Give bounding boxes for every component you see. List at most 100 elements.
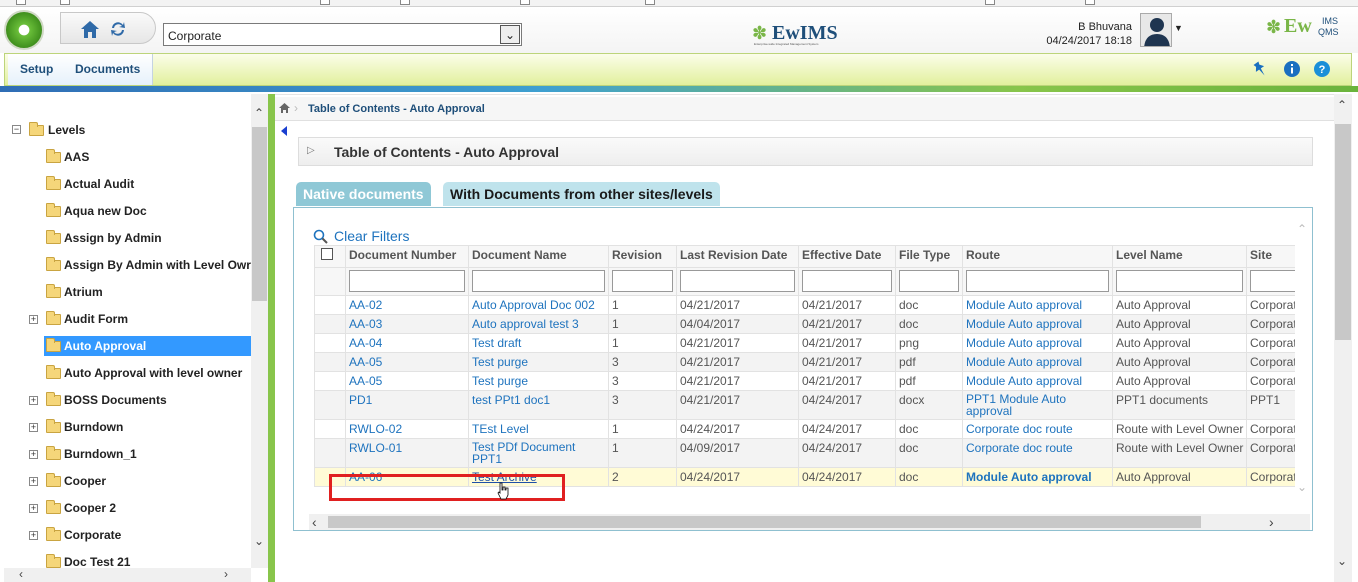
chevron-right-icon[interactable]: › [224,567,228,581]
breadcrumb-item[interactable]: Table of Contents - Auto Approval [308,103,485,115]
row-select-cell[interactable] [314,390,346,420]
table-cell-document-name[interactable]: Test purge [468,352,609,372]
chevron-right-icon[interactable]: › [1269,514,1274,530]
filter-input-level-name[interactable] [1116,270,1243,292]
column-header[interactable]: File Type [895,245,963,268]
table-cell-route[interactable]: Module Auto approval [962,352,1113,372]
table-row[interactable]: AA-02 Auto Approval Doc 002 1 04/21/2017 04/… [314,295,1295,315]
favorite-icon[interactable] [60,0,70,5]
grid-hscroll-thumb[interactable] [328,516,1201,528]
row-select-cell[interactable] [314,438,346,468]
table-cell-document-number[interactable]: PD1 [345,390,469,420]
table-cell-document-number[interactable]: AA-04 [345,333,469,353]
expand-icon[interactable]: + [29,450,38,459]
tree-item[interactable]: BOSS Documents [64,390,167,410]
row-select-cell[interactable] [314,333,346,353]
tree-item[interactable]: Cooper 2 [64,498,116,518]
table-row[interactable]: RWLO-01 Test PDf Document PPT1 1 04/09/2017… [314,438,1295,468]
expand-icon[interactable]: + [29,315,38,324]
chevron-down-icon[interactable]: ⌄ [500,25,520,44]
menu-item-setup[interactable]: Setup [8,54,67,85]
chevron-down-icon[interactable]: ⌄ [1297,480,1307,494]
tab-other-sites-documents[interactable]: With Documents from other sites/levels [443,182,720,206]
expand-icon[interactable]: + [29,477,38,486]
table-cell-route[interactable]: Module Auto approval [962,333,1113,353]
chevron-up-icon[interactable]: ⌃ [1337,98,1347,112]
table-cell-route[interactable]: Module Auto approval [962,314,1113,334]
expand-icon[interactable]: + [29,396,38,405]
home-icon[interactable] [278,102,291,114]
expand-arrow-icon[interactable]: ▷ [307,145,315,156]
table-row[interactable]: AA-04 Test draft 1 04/21/2017 04/21/2017 png M… [314,333,1295,353]
home-icon[interactable] [79,19,101,39]
chevron-down-icon[interactable]: ⌄ [1337,554,1347,568]
table-cell-document-name[interactable]: TEst Level [468,419,609,439]
chevron-left-icon[interactable]: ‹ [19,567,23,581]
table-cell-document-number[interactable]: AA-03 [345,314,469,334]
favorite-icon[interactable] [320,0,330,5]
column-header[interactable]: Site [1246,245,1295,268]
table-cell-route[interactable]: Module Auto approval [962,467,1113,487]
tree-item[interactable]: Actual Audit [64,174,134,194]
column-header[interactable]: Revision [608,245,677,268]
tree-root-levels[interactable]: Levels [48,120,85,140]
filter-input-revision[interactable] [612,270,673,292]
tree-item[interactable]: Corporate [64,525,121,545]
favorite-icon[interactable] [1085,0,1095,5]
table-cell-document-name[interactable]: Auto approval test 3 [468,314,609,334]
pane-splitter[interactable] [268,94,275,582]
select-all-checkbox[interactable] [321,248,333,260]
chevron-up-icon[interactable]: ⌃ [254,106,264,120]
tree-item[interactable]: Burndown_1 [64,444,137,464]
row-select-cell[interactable] [314,419,346,439]
filter-input-document-name[interactable] [472,270,605,292]
filter-input-file-type[interactable] [899,270,959,292]
pin-icon[interactable] [1251,60,1269,78]
sidebar-scroll-thumb[interactable] [252,127,267,301]
table-row[interactable]: PD1 test PPt1 doc1 3 04/21/2017 04/24/2017 do… [314,390,1295,420]
info-icon[interactable] [1283,60,1301,78]
filter-input-route[interactable] [966,270,1109,292]
grid-vscrollbar[interactable]: ⌃ ⌄ [1296,222,1310,500]
chevron-down-icon[interactable]: ⌄ [254,534,264,548]
favorite-icon[interactable] [645,0,655,5]
column-header[interactable]: Route [962,245,1113,268]
filter-input-site[interactable] [1250,270,1295,292]
column-header[interactable]: Document Number [345,245,469,268]
clear-filters-link[interactable]: Clear Filters [334,228,409,244]
table-row[interactable]: AA-05 Test purge 3 04/21/2017 04/21/2017 pdf M… [314,371,1295,391]
table-cell-route[interactable]: Corporate doc route [962,419,1113,439]
expand-icon[interactable]: + [29,531,38,540]
tab-native-documents[interactable]: Native documents [296,182,431,206]
table-cell-document-number[interactable]: AA-05 [345,352,469,372]
tree-item[interactable]: Burndown [64,417,123,437]
row-select-cell[interactable] [314,352,346,372]
table-cell-route[interactable]: Corporate doc route [962,438,1113,468]
favorite-icon[interactable] [985,0,995,5]
tree-item[interactable]: Cooper [64,471,106,491]
expand-icon[interactable]: + [29,423,38,432]
table-cell-document-name[interactable]: Test draft [468,333,609,353]
chevron-up-icon[interactable]: ⌃ [1297,222,1307,236]
menu-item-documents[interactable]: Documents [63,54,154,85]
row-select-cell[interactable] [314,295,346,315]
site-select[interactable]: Corporate [163,23,522,46]
favorite-icon[interactable] [16,0,26,5]
table-cell-route[interactable]: PPT1 Module Auto approval [962,390,1113,420]
table-cell-document-name[interactable]: test PPt1 doc1 [468,390,609,420]
favorite-icon[interactable] [520,0,530,5]
avatar[interactable] [1140,13,1172,47]
caret-down-icon[interactable]: ▼ [1174,23,1183,33]
app-logo[interactable] [4,10,44,50]
table-row[interactable]: RWLO-02 TEst Level 1 04/24/2017 04/24/2017 do… [314,419,1295,439]
table-cell-route[interactable]: Module Auto approval [962,295,1113,315]
refresh-icon[interactable] [109,20,127,38]
tree-item[interactable]: AAS [64,147,89,167]
filter-input-last-revision-date[interactable] [680,270,795,292]
table-row[interactable]: AA-05 Test purge 3 04/21/2017 04/21/2017 pdf M… [314,352,1295,372]
table-cell-document-name[interactable]: Test purge [468,371,609,391]
chevron-left-icon[interactable]: ‹ [312,514,317,530]
tree-item[interactable]: Auto Approval [44,336,251,356]
filter-input-effective-date[interactable] [802,270,892,292]
column-header[interactable]: Document Name [468,245,609,268]
